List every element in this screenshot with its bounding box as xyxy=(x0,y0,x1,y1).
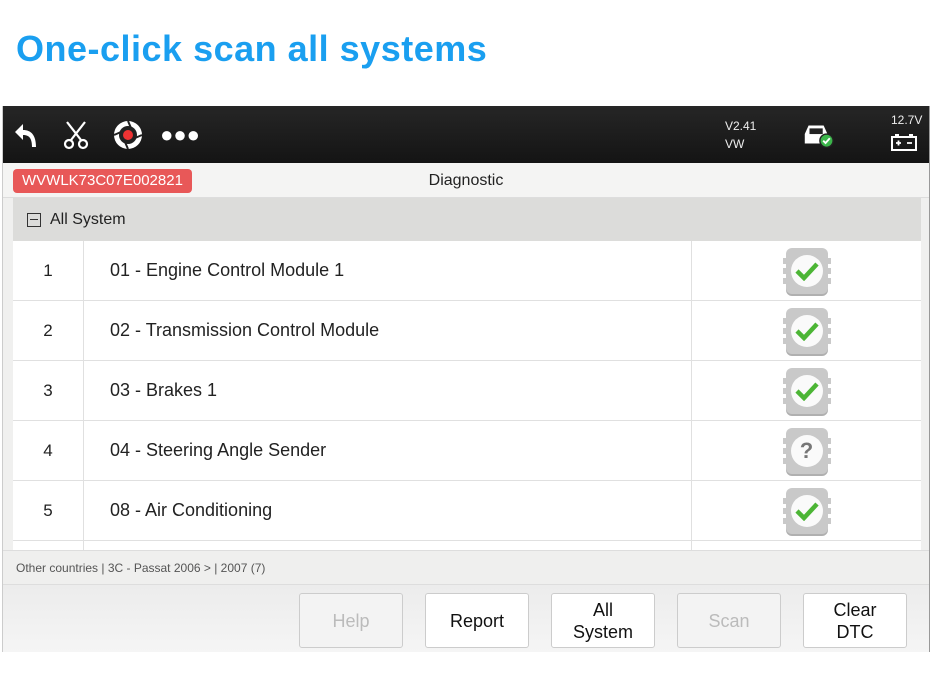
system-name: 01 - Engine Control Module 1 xyxy=(84,241,692,300)
system-name: 03 - Brakes 1 xyxy=(84,361,692,420)
camera-shutter-icon[interactable] xyxy=(111,118,145,152)
vin-badge: WVWLK73C07E002821 xyxy=(13,169,192,193)
voltage: 12.7V xyxy=(891,113,923,127)
status-cell: ? xyxy=(692,421,921,480)
table-row[interactable]: 3 03 - Brakes 1 xyxy=(13,361,921,421)
module-ok-icon xyxy=(782,487,831,534)
status-cell xyxy=(692,361,921,420)
make-text: VW xyxy=(725,137,745,151)
scan-button[interactable]: Scan xyxy=(677,593,781,648)
headline: One-click scan all systems xyxy=(16,28,488,69)
table-row[interactable]: 2 02 - Transmission Control Module xyxy=(13,301,921,361)
status-cell xyxy=(692,481,921,540)
version-text: V2.41 xyxy=(725,119,757,133)
module-ok-icon xyxy=(782,247,831,294)
group-label: All System xyxy=(50,211,126,228)
more-icon[interactable]: ●●● xyxy=(160,118,200,152)
back-icon[interactable] xyxy=(9,118,43,152)
row-number: 5 xyxy=(13,481,84,540)
row-number: 2 xyxy=(13,301,84,360)
row-number: 1 xyxy=(13,241,84,300)
module-ok-icon xyxy=(782,367,831,414)
system-name: 08 - Air Conditioning xyxy=(84,481,692,540)
system-name: 04 - Steering Angle Sender xyxy=(84,421,692,480)
status-cell xyxy=(692,541,921,550)
scissors-icon[interactable] xyxy=(59,118,93,152)
report-button[interactable]: Report xyxy=(425,593,529,648)
status-cell xyxy=(692,301,921,360)
app-screen: ●●● V2.41 VW 12.7V Diagnostic WVWLK73C07E… xyxy=(2,106,930,652)
clear-dtc-button[interactable]: Clear DTC xyxy=(803,593,907,648)
top-toolbar: ●●● V2.41 VW 12.7V xyxy=(3,106,929,163)
system-name: 02 - Transmission Control Module xyxy=(84,301,692,360)
battery-icon xyxy=(889,130,919,154)
module-ok-icon xyxy=(782,307,831,354)
vehicle-connected-icon[interactable] xyxy=(801,118,835,152)
collapse-icon[interactable] xyxy=(27,212,41,227)
status-cell xyxy=(692,241,921,300)
all-system-group[interactable]: All System xyxy=(13,198,921,241)
table-row-partial xyxy=(13,541,921,550)
table-row[interactable]: 1 01 - Engine Control Module 1 xyxy=(13,241,921,301)
bottom-button-bar: Help Report All System Scan Clear DTC xyxy=(3,585,929,652)
software-version: V2.41 VW xyxy=(725,117,756,153)
vehicle-path: Other countries | 3C - Passat 2006 > | 2… xyxy=(3,550,929,585)
system-list[interactable]: 1 01 - Engine Control Module 1 2 02 - Trans… xyxy=(13,241,921,550)
all-system-button[interactable]: All System xyxy=(551,593,655,648)
row-number: 3 xyxy=(13,361,84,420)
table-row[interactable]: 4 04 - Steering Angle Sender? xyxy=(13,421,921,481)
module-unknown-icon: ? xyxy=(782,427,831,474)
system-name xyxy=(84,541,692,550)
row-number xyxy=(13,541,84,550)
table-row[interactable]: 5 08 - Air Conditioning xyxy=(13,481,921,541)
row-number: 4 xyxy=(13,421,84,480)
help-button[interactable]: Help xyxy=(299,593,403,648)
page-header: Diagnostic WVWLK73C07E002821 xyxy=(3,163,929,198)
